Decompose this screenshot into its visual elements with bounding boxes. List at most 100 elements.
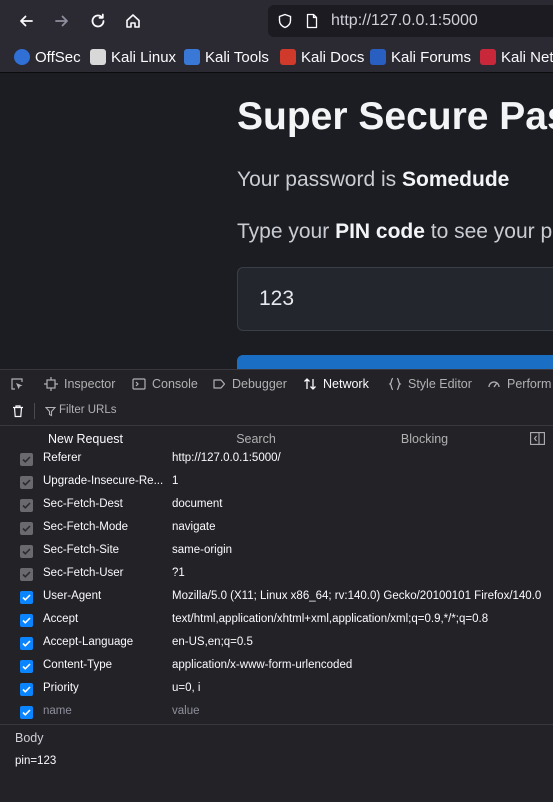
gauge-icon: [488, 381, 500, 388]
header-checkbox[interactable]: [20, 614, 33, 627]
bookmark-label: Kali Forums: [391, 48, 472, 66]
kali-tools-icon: [184, 49, 200, 65]
bookmark-offsec[interactable]: OffSec: [14, 48, 81, 66]
header-checkbox[interactable]: [20, 660, 33, 673]
header-row: Upgrade-Insecure-Re... 1: [0, 471, 553, 494]
header-value[interactable]: application/x-www-form-urlencoded: [172, 659, 553, 671]
back-button[interactable]: [13, 8, 39, 34]
password-line: Your password is Somedude: [237, 168, 509, 192]
header-value[interactable]: 1: [172, 475, 553, 487]
trash-icon[interactable]: [11, 404, 25, 418]
header-checkbox[interactable]: [20, 568, 33, 581]
header-name[interactable]: User-Agent: [43, 590, 165, 602]
devtools-tabbar: Inspector Console Debugger Network Style…: [0, 369, 553, 399]
bookmark-label: OffSec: [35, 48, 81, 66]
shield-icon[interactable]: [277, 13, 293, 29]
bookmark-kali-tools[interactable]: Kali Tools: [184, 48, 269, 66]
bookmark-kali-linux[interactable]: Kali Linux: [90, 48, 176, 66]
browser-toolbar: http://127.0.0.1:5000: [0, 0, 553, 42]
kali-forums-icon: [370, 49, 386, 65]
page-title: Super Secure Pas: [237, 95, 553, 138]
header-value[interactable]: en-US,en;q=0.5: [172, 636, 553, 648]
tab-inspector[interactable]: Inspector: [44, 370, 115, 398]
reload-button[interactable]: [85, 8, 111, 34]
header-checkbox[interactable]: [20, 545, 33, 558]
header-value[interactable]: Mozilla/5.0 (X11; Linux x86_64; rv:140.0…: [172, 590, 553, 602]
password-value: Somedude: [401, 168, 510, 191]
home-button[interactable]: [120, 8, 146, 34]
header-checkbox[interactable]: [20, 637, 33, 650]
pin-suffix: to see your pas: [430, 220, 553, 243]
header-name[interactable]: Accept-Language: [43, 636, 165, 648]
console-icon: [132, 378, 146, 390]
request-body-editor[interactable]: pin=123: [0, 751, 553, 802]
bookmark-kali-forums[interactable]: Kali Forums: [370, 48, 471, 66]
tab-label: Inspector: [64, 377, 116, 391]
header-checkbox[interactable]: [20, 522, 33, 535]
check-icon: [22, 479, 31, 486]
header-value[interactable]: same-origin: [172, 544, 553, 556]
header-value[interactable]: ?1: [172, 567, 553, 579]
debugger-icon: [213, 379, 226, 389]
header-checkbox[interactable]: [20, 591, 33, 604]
page-icon[interactable]: [304, 13, 320, 29]
header-name[interactable]: Sec-Fetch-Mode: [43, 521, 165, 533]
bookmark-kali-docs[interactable]: Kali Docs: [280, 48, 364, 66]
header-value[interactable]: text/html,application/xhtml+xml,applicat…: [172, 613, 553, 625]
url-text[interactable]: http://127.0.0.1:5000: [331, 12, 478, 30]
submit-button[interactable]: [237, 355, 553, 369]
tab-performance[interactable]: Perform: [487, 370, 551, 398]
header-checkbox[interactable]: [20, 499, 33, 512]
tab-style-editor[interactable]: Style Editor: [388, 370, 472, 398]
sidebar-toggle-icon[interactable]: [530, 432, 545, 445]
check-icon: [22, 548, 31, 555]
kali-dragon-icon: [90, 49, 106, 65]
header-value[interactable]: http://127.0.0.1:5000/: [172, 452, 553, 464]
header-name[interactable]: Referer: [43, 452, 165, 464]
header-checkbox[interactable]: [20, 683, 33, 696]
tab-label: Perform: [507, 377, 552, 391]
tab-console[interactable]: Console: [132, 370, 198, 398]
header-name[interactable]: Accept: [43, 613, 165, 625]
element-picker-icon: [11, 378, 23, 390]
pin-bold: PIN code: [335, 220, 425, 243]
body-label: Body: [15, 731, 44, 745]
header-value[interactable]: navigate: [172, 521, 553, 533]
request-body-text[interactable]: pin=123: [15, 755, 56, 767]
header-value[interactable]: u=0, i: [172, 682, 553, 694]
check-icon: [22, 663, 31, 670]
request-headers-list: Referer http://127.0.0.1:5000/ Upgrade-I…: [0, 448, 553, 724]
tab-debugger[interactable]: Debugger: [212, 370, 287, 398]
header-row: Sec-Fetch-Mode navigate: [0, 517, 553, 540]
check-icon: [22, 709, 31, 716]
url-bar[interactable]: http://127.0.0.1:5000: [268, 5, 553, 37]
check-icon: [22, 502, 31, 509]
header-name[interactable]: Content-Type: [43, 659, 165, 671]
forward-button[interactable]: [49, 8, 75, 34]
offsec-icon: [14, 49, 30, 65]
tab-label: Style Editor: [408, 377, 472, 391]
check-icon: [22, 594, 31, 601]
header-checkbox[interactable]: [20, 453, 33, 466]
header-name[interactable]: Upgrade-Insecure-Re...: [43, 475, 165, 487]
header-name[interactable]: Priority: [43, 682, 165, 694]
header-name[interactable]: Sec-Fetch-User: [43, 567, 165, 579]
header-checkbox[interactable]: [20, 706, 33, 719]
header-checkbox[interactable]: [20, 476, 33, 489]
home-icon: [126, 14, 140, 28]
header-row: Referer http://127.0.0.1:5000/: [0, 448, 553, 471]
header-name[interactable]: Sec-Fetch-Site: [43, 544, 165, 556]
pin-input[interactable]: 123: [237, 267, 553, 331]
body-section-header: Body: [0, 724, 553, 752]
new-header-value-input[interactable]: value: [172, 705, 553, 717]
header-value[interactable]: document: [172, 498, 553, 510]
new-header-name-input[interactable]: name: [43, 705, 165, 717]
tab-network[interactable]: Network: [303, 370, 369, 398]
bookmark-label: Kali Linux: [111, 48, 177, 66]
check-icon: [22, 640, 31, 647]
bookmark-kali-net[interactable]: Kali Net: [480, 48, 553, 66]
bookmarks-bar: OffSec Kali Linux Kali Tools Kali Docs K…: [0, 42, 553, 73]
header-name[interactable]: Sec-Fetch-Dest: [43, 498, 165, 510]
element-picker-button[interactable]: [10, 370, 24, 398]
filter-urls-input[interactable]: Filter URLs: [59, 404, 117, 416]
